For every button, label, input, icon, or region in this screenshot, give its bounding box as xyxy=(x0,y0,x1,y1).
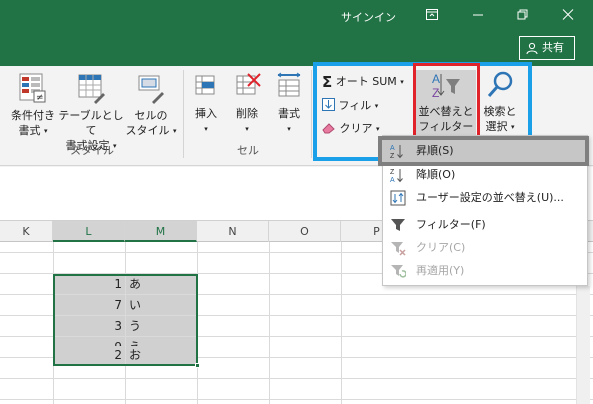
share-button[interactable]: 共有 xyxy=(519,36,575,60)
format-label: 書式 xyxy=(278,107,300,120)
cells-group-label: セル xyxy=(237,144,259,157)
sort-descending-icon: Z A xyxy=(390,169,403,183)
svg-text:≠: ≠ xyxy=(36,93,44,103)
insert-button[interactable]: 挿入 ▾ xyxy=(187,72,225,137)
conditional-format-label-1: 条件付き xyxy=(11,109,55,122)
sort-filter-highlight xyxy=(413,63,480,141)
sort-ascending-highlight xyxy=(378,136,589,166)
insert-label: 挿入 xyxy=(195,107,217,120)
style-group-label: スタイル xyxy=(70,144,114,157)
table-format-icon xyxy=(78,74,105,104)
menu-item-label: クリア(C) xyxy=(416,241,466,254)
share-label: 共有 xyxy=(542,41,564,54)
delete-cells-icon xyxy=(236,73,261,95)
table-format-label-1: テーブルとして xyxy=(58,109,124,137)
conditional-format-label-2: 書式 xyxy=(18,124,41,137)
menu-item-reapply: 再適用(Y) xyxy=(383,260,587,282)
ribbon-display-options-icon[interactable] xyxy=(414,3,450,29)
person-icon xyxy=(526,42,538,54)
cell-style-label-2: スタイル xyxy=(125,124,170,137)
menu-item-label: 降順(O) xyxy=(416,168,456,181)
format-cells-icon xyxy=(277,72,301,97)
reapply-filter-icon xyxy=(391,265,406,278)
column-header-o[interactable]: O xyxy=(269,221,341,242)
delete-label: 削除 xyxy=(236,107,258,120)
menu-item-label: 再適用(Y) xyxy=(416,264,465,277)
clear-filter-icon xyxy=(391,242,406,256)
vertical-scrollbar[interactable] xyxy=(576,286,590,404)
menu-item-custom-sort[interactable]: ユーザー設定の並べ替え(U)... xyxy=(383,187,587,209)
signin-link[interactable]: サインイン xyxy=(341,9,396,25)
chevron-down-icon: ▾ xyxy=(43,127,48,135)
fill-handle[interactable] xyxy=(195,363,200,368)
svg-text:Z: Z xyxy=(390,169,395,176)
chevron-down-icon: ▾ xyxy=(287,125,291,133)
svg-text:A: A xyxy=(390,177,395,183)
group-separator xyxy=(311,70,312,158)
conditional-format-button[interactable]: ≠ 条件付き 書式 ▾ xyxy=(6,72,60,139)
column-header-m[interactable]: M xyxy=(125,221,197,242)
selection-range xyxy=(53,274,198,366)
delete-button[interactable]: 削除 ▾ xyxy=(228,72,266,137)
cell-style-icon xyxy=(138,75,164,104)
cell-style-button[interactable]: セルの スタイル ▾ xyxy=(124,72,178,139)
column-header-n[interactable]: N xyxy=(197,221,269,242)
minimize-icon[interactable] xyxy=(460,3,496,29)
menu-item-clear-filter: クリア(C) xyxy=(383,237,587,259)
chevron-down-icon: ▾ xyxy=(245,125,249,133)
group-separator xyxy=(183,70,184,158)
format-button[interactable]: 書式 ▾ xyxy=(270,72,308,137)
menu-item-label: ユーザー設定の並べ替え(U)... xyxy=(416,191,564,204)
filter-icon xyxy=(391,219,405,231)
restore-icon[interactable] xyxy=(505,3,541,29)
menu-item-label: フィルター(F) xyxy=(416,218,486,231)
menu-item-filter[interactable]: フィルター(F) xyxy=(383,214,587,236)
chevron-down-icon: ▾ xyxy=(204,125,208,133)
insert-cells-icon xyxy=(195,75,215,95)
title-bar: サインイン 共有 xyxy=(0,0,593,66)
conditional-format-icon: ≠ xyxy=(19,73,46,103)
cell-style-label-1: セルの xyxy=(134,109,168,122)
close-icon[interactable] xyxy=(550,3,586,29)
menu-item-sort-descending[interactable]: Z A 降順(O) xyxy=(383,164,587,186)
chevron-down-icon: ▾ xyxy=(172,127,177,135)
gridline xyxy=(269,242,270,404)
gridline xyxy=(341,242,342,404)
column-header-l[interactable]: L xyxy=(53,221,125,242)
custom-sort-icon xyxy=(390,190,406,206)
column-header-k[interactable]: K xyxy=(0,221,53,242)
